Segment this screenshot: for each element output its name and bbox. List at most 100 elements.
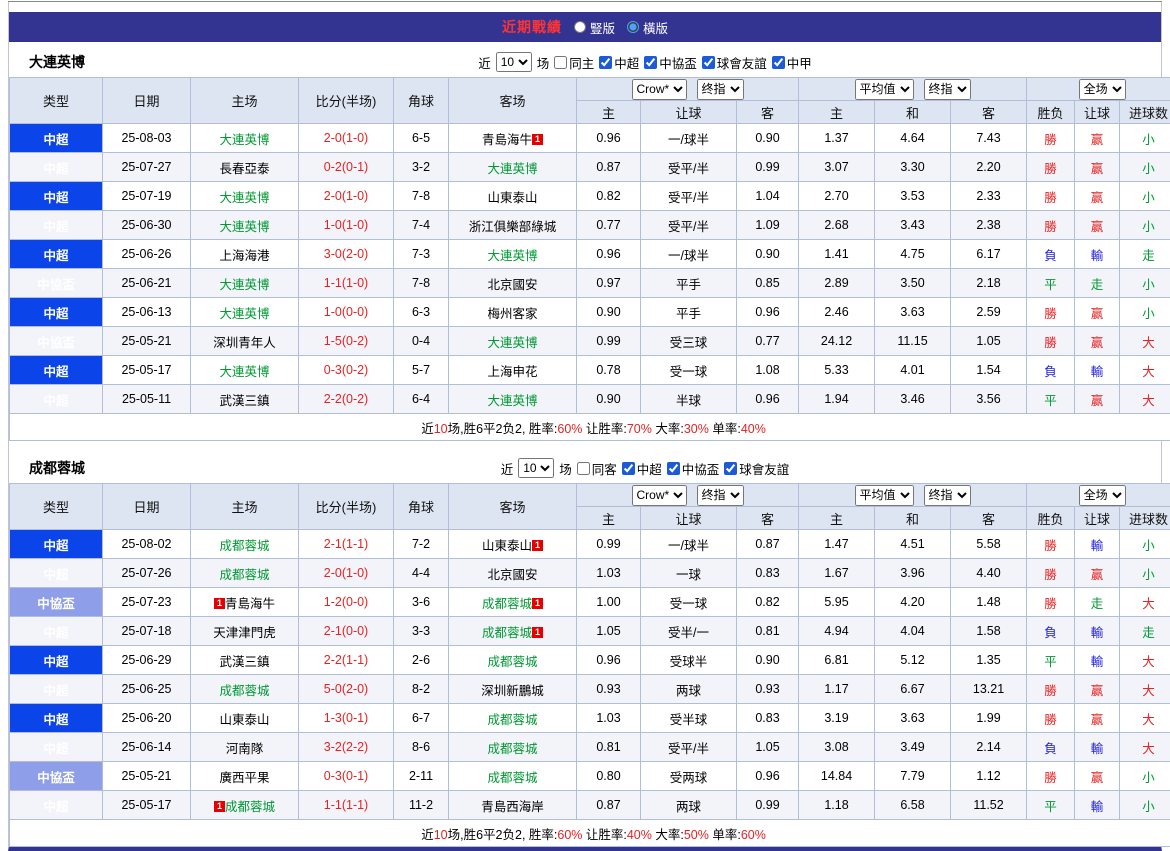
team-name[interactable]: 浙江俱樂部綠城	[469, 220, 557, 234]
team-name[interactable]: 大連英博	[219, 278, 269, 292]
league-0-checkbox[interactable]	[622, 462, 635, 475]
layout-radio-1[interactable]	[627, 21, 639, 33]
team-name[interactable]: 天津津門虎	[213, 626, 276, 640]
recent-label: 近	[501, 459, 514, 478]
team-name[interactable]: 上海海港	[219, 249, 269, 263]
date-cell: 25-06-13	[103, 298, 191, 327]
date-cell: 25-07-27	[103, 153, 191, 182]
team-name[interactable]: 成都蓉城	[487, 713, 537, 727]
team-name[interactable]: 成都蓉城	[487, 771, 537, 785]
team-name[interactable]: 長春亞泰	[219, 162, 269, 176]
league-0-checkbox[interactable]	[599, 56, 612, 69]
same-venue-checkbox[interactable]	[554, 56, 567, 69]
team-name[interactable]: 北京國安	[487, 568, 537, 582]
league-2-checkbox[interactable]	[702, 56, 715, 69]
result-handicap-cell: 走	[1075, 269, 1120, 298]
team-name[interactable]: 山東泰山	[219, 713, 269, 727]
team-name[interactable]: 青島海牛	[482, 133, 532, 147]
team-name[interactable]: 大連英博	[219, 220, 269, 234]
team-cell: 上海海港	[191, 240, 299, 269]
score-cell: 2-0(1-0)	[299, 124, 394, 153]
team-name[interactable]: 大連英博	[219, 133, 269, 147]
bookmaker-select[interactable]: Crow*	[632, 485, 687, 506]
average-select[interactable]: 平均值	[855, 485, 914, 506]
same-venue-filter[interactable]: 同主	[554, 53, 594, 72]
corners-cell: 11-2	[394, 791, 449, 820]
avg-draw-cell: 4.01	[875, 356, 951, 385]
same-venue-checkbox[interactable]	[577, 462, 590, 475]
handicap-stage-select[interactable]: 终指	[697, 485, 744, 506]
handicap-stage-select[interactable]: 终指	[697, 79, 744, 100]
scope-select[interactable]: 全场	[1079, 79, 1126, 100]
sub-col-avg-away: 客	[951, 101, 1027, 124]
team-name[interactable]: 武漢三鎮	[219, 394, 269, 408]
team-name[interactable]: 梅州客家	[487, 307, 537, 321]
avg-home-cell: 3.07	[799, 153, 875, 182]
recent-count-select[interactable]: 10	[518, 458, 554, 478]
team-name[interactable]: 河南隊	[226, 742, 264, 756]
average-stage-select[interactable]: 终指	[924, 79, 971, 100]
team-name[interactable]: 大連英博	[219, 365, 269, 379]
team-name[interactable]: 成都蓉城	[487, 742, 537, 756]
league-0-filter[interactable]: 中超	[599, 53, 639, 72]
layout-option-vertical[interactable]: 豎版	[574, 18, 615, 37]
layout-radio-0[interactable]	[574, 21, 586, 33]
team-name[interactable]: 成都蓉城	[219, 568, 269, 582]
league-1-checkbox[interactable]	[644, 56, 657, 69]
content-frame: 近期戰績 豎版 橫版 大連英博 近10场同主中超中協盃球會友誼中甲 类型 日期	[8, 2, 1162, 851]
team-name[interactable]: 山東泰山	[487, 191, 537, 205]
odds-home-cell: 0.90	[577, 298, 641, 327]
league-2-filter[interactable]: 球會友誼	[724, 459, 789, 478]
team-name[interactable]: 成都蓉城	[225, 800, 275, 814]
handicap-line-cell: 一球	[641, 559, 737, 588]
team-name[interactable]: 大連英博	[487, 394, 537, 408]
team-name[interactable]: 山東泰山	[482, 539, 532, 553]
league-1-filter[interactable]: 中協盃	[667, 459, 720, 478]
score-cell: 0-3(0-1)	[299, 762, 394, 791]
scope-select[interactable]: 全场	[1079, 485, 1126, 506]
team-name[interactable]: 深圳青年人	[213, 336, 276, 350]
team-name[interactable]: 成都蓉城	[482, 626, 532, 640]
team-name[interactable]: 武漢三鎮	[219, 655, 269, 669]
team-cell: 深圳青年人	[191, 327, 299, 356]
league-cell: 中超	[10, 559, 103, 588]
odds-home-cell: 0.99	[577, 327, 641, 356]
league-3-checkbox[interactable]	[772, 56, 785, 69]
avg-home-cell: 1.94	[799, 385, 875, 414]
team-name[interactable]: 大連英博	[219, 191, 269, 205]
league-1-checkbox[interactable]	[667, 462, 680, 475]
team-name[interactable]: 成都蓉城	[487, 655, 537, 669]
result-outcome-cell: 勝	[1027, 211, 1075, 240]
team-name[interactable]: 成都蓉城	[219, 684, 269, 698]
layout-option-horizontal[interactable]: 橫版	[627, 18, 668, 37]
corners-cell: 6-7	[394, 704, 449, 733]
team-name[interactable]: 深圳新鵬城	[481, 684, 544, 698]
recent-count-select[interactable]: 10	[496, 52, 532, 72]
team-name[interactable]: 大連英博	[487, 336, 537, 350]
league-2-filter[interactable]: 球會友誼	[702, 53, 767, 72]
average-stage-select[interactable]: 终指	[924, 485, 971, 506]
team-name[interactable]: 青島西海岸	[481, 800, 544, 814]
team-name[interactable]: 成都蓉城	[219, 539, 269, 553]
average-select[interactable]: 平均值	[855, 79, 914, 100]
sub-col-odds-home: 主	[577, 101, 641, 124]
match-row: 中協盃25-07-231青島海牛1-2(0-0)3-6成都蓉城11.00受一球0…	[10, 588, 1170, 617]
league-3-filter[interactable]: 中甲	[772, 53, 812, 72]
team-name[interactable]: 大連英博	[487, 249, 537, 263]
league-2-checkbox[interactable]	[724, 462, 737, 475]
league-1-filter[interactable]: 中協盃	[644, 53, 697, 72]
team-name[interactable]: 上海申花	[487, 365, 537, 379]
team-name[interactable]: 大連英博	[219, 307, 269, 321]
league-0-filter[interactable]: 中超	[622, 459, 662, 478]
result-text: 走	[1142, 626, 1155, 640]
result-outcome-cell: 平	[1027, 269, 1075, 298]
team-name[interactable]: 大連英博	[487, 162, 537, 176]
team-name[interactable]: 北京國安	[487, 278, 537, 292]
team-name[interactable]: 廣西平果	[219, 771, 269, 785]
matches-table-1: 类型 日期 主场 比分(半场) 角球 客场 Crow*终指 平均值终指 全场	[9, 483, 1170, 847]
bookmaker-select[interactable]: Crow*	[632, 79, 687, 100]
team-cell: 北京國安	[449, 559, 577, 588]
team-name[interactable]: 成都蓉城	[482, 597, 532, 611]
team-name[interactable]: 青島海牛	[225, 597, 275, 611]
same-venue-filter[interactable]: 同客	[577, 459, 617, 478]
